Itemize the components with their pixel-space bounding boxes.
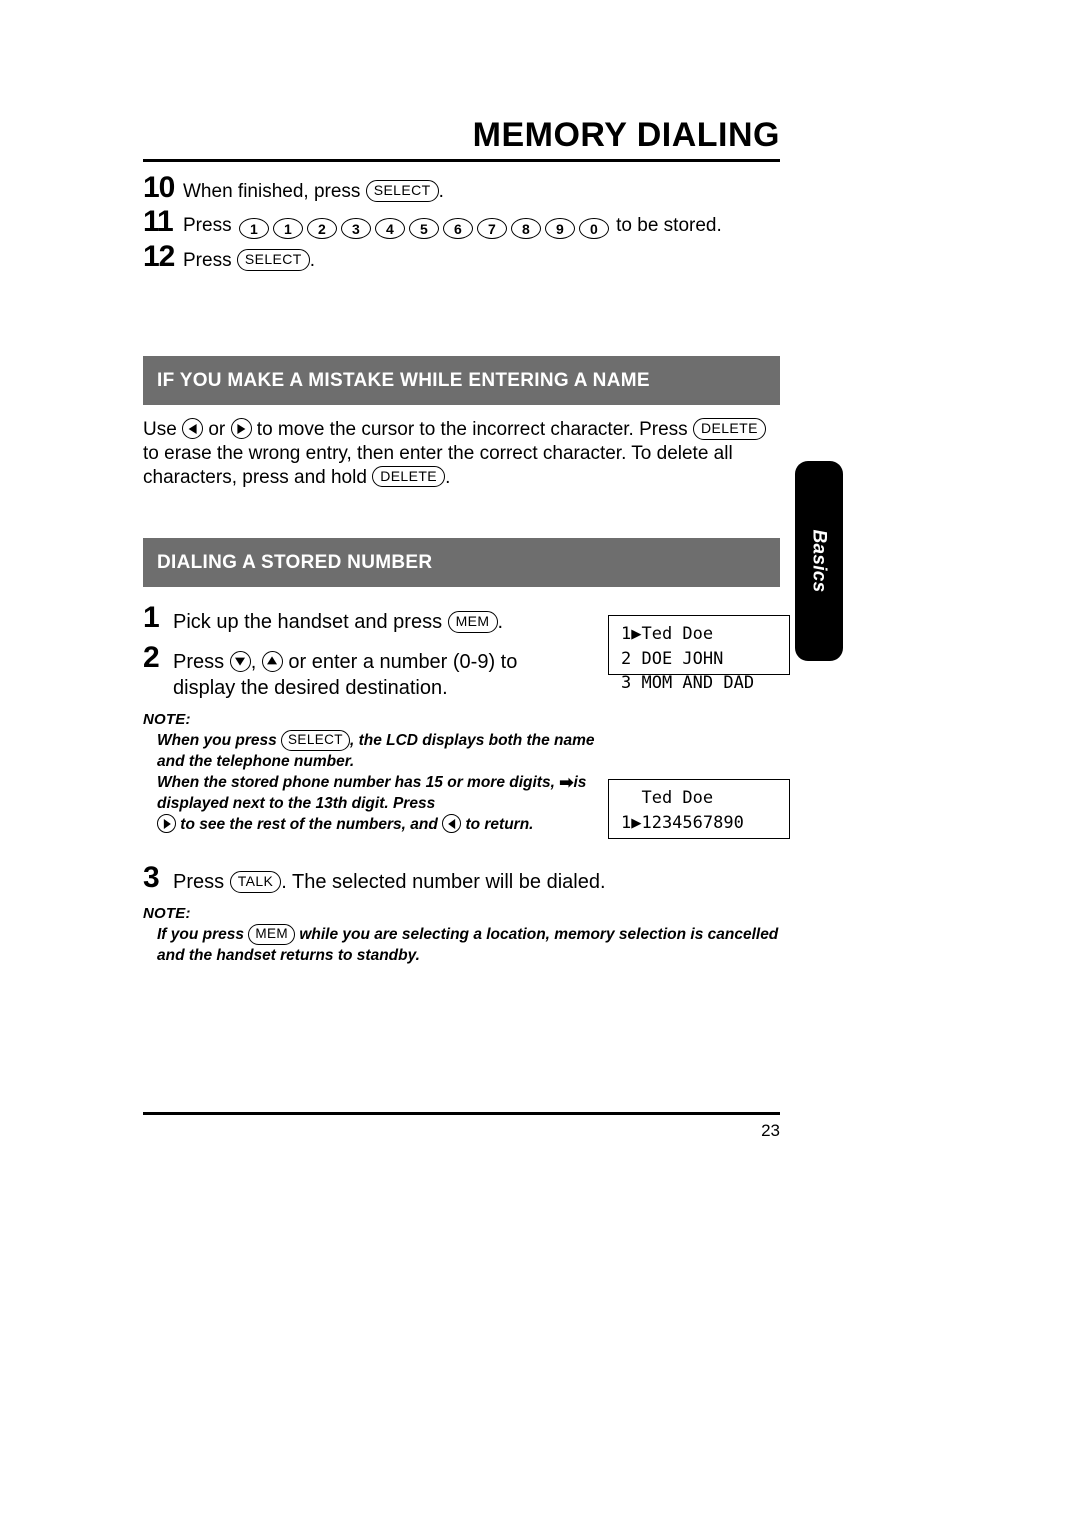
digit-key-4[interactable]: 4 bbox=[374, 218, 405, 240]
note1-line2a: When the stored phone number has 15 or m… bbox=[157, 774, 560, 792]
step-11: 11 Press 11234567890 to be stored. bbox=[143, 205, 783, 240]
note1-line2c: to see the rest of the numbers, and bbox=[176, 816, 443, 834]
select-key[interactable]: SELECT bbox=[365, 180, 439, 202]
step-11-pre-text: Press bbox=[183, 215, 237, 237]
page-header: MEMORY DIALING bbox=[143, 118, 780, 162]
note-block-2: NOTE: If you press MEM while you are sel… bbox=[143, 905, 783, 966]
down-arrow-icon[interactable] bbox=[229, 650, 251, 672]
lcd-line-3: 3 MOM AND DAD bbox=[621, 673, 755, 694]
mistake-text-3: to move the cursor to the incorrect char… bbox=[251, 419, 693, 440]
step-1-pre-text: Pick up the handset and press bbox=[173, 611, 448, 633]
mistake-paragraph: Use or to move the cursor to the incorre… bbox=[143, 418, 785, 489]
mem-key[interactable]: MEM bbox=[447, 611, 498, 633]
step-1: 1 Pick up the handset and press MEM. bbox=[143, 602, 583, 636]
step-11-post-text: to be stored. bbox=[610, 215, 722, 237]
step-10-post-text: . bbox=[438, 181, 444, 202]
lcd-display-number: Ted Doe 1▶1234567890 bbox=[608, 779, 790, 839]
side-tab-label: Basics bbox=[809, 529, 831, 593]
lcd-line-1: 1▶Ted Doe bbox=[621, 624, 714, 644]
digit-key-5[interactable]: 5 bbox=[408, 218, 439, 240]
step-12-pre-text: Press bbox=[183, 250, 237, 272]
step-3-pre-text: Press bbox=[173, 871, 230, 893]
step-text: Press , or enter a number (0-9) to displ… bbox=[173, 642, 583, 702]
title-divider bbox=[143, 159, 780, 162]
step-3: 3 Press TALK. The selected number will b… bbox=[143, 862, 783, 896]
numbered-step-3-wrapper: 3 Press TALK. The selected number will b… bbox=[143, 862, 783, 898]
left-arrow-icon[interactable] bbox=[442, 814, 462, 834]
note-heading: NOTE: bbox=[143, 905, 191, 922]
step-text: When finished, press SELECT. bbox=[183, 172, 783, 204]
digit-key-6[interactable]: 6 bbox=[442, 218, 473, 240]
lcd-display-memory-list: 1▶Ted Doe 2 DOE JOHN 3 MOM AND DAD bbox=[608, 615, 790, 693]
mistake-text-5: . bbox=[445, 466, 451, 488]
step-text: Press SELECT. bbox=[183, 241, 783, 273]
up-arrow-icon[interactable] bbox=[261, 650, 283, 672]
mem-key[interactable]: MEM bbox=[248, 924, 296, 946]
side-tab-basics[interactable]: Basics bbox=[795, 461, 843, 661]
digit-key-2[interactable]: 2 bbox=[306, 218, 337, 240]
numbered-steps-top: 10 When finished, press SELECT. 11 Press… bbox=[143, 172, 783, 276]
step-3-post-text: . The selected number will be dialed. bbox=[281, 871, 606, 893]
select-key[interactable]: SELECT bbox=[281, 730, 350, 752]
lcd-number-line-2: 1▶1234567890 bbox=[621, 812, 744, 833]
step-12: 12 Press SELECT. bbox=[143, 241, 783, 273]
step-12-post-text: . bbox=[309, 250, 316, 272]
step-number: 3 bbox=[143, 861, 160, 894]
lcd-number-line-1: Ted Doe bbox=[621, 788, 714, 808]
step-number: 11 bbox=[143, 205, 174, 239]
note-block-1: NOTE: When you press SELECT, the LCD dis… bbox=[143, 711, 613, 836]
note2-line-a: If you press bbox=[157, 926, 249, 943]
lcd-line-2: 2 DOE JOHN bbox=[621, 648, 724, 669]
section-heading-mistake: IF YOU MAKE A MISTAKE WHILE ENTERING A N… bbox=[143, 356, 780, 405]
digit-key-8[interactable]: 8 bbox=[510, 218, 541, 240]
page-number: 23 bbox=[761, 1121, 780, 1140]
left-arrow-icon[interactable] bbox=[182, 418, 204, 439]
step-number: 12 bbox=[143, 240, 175, 274]
manual-page: MEMORY DIALING 10 When finished, press S… bbox=[0, 0, 1080, 1528]
numbered-steps-dialing: 1 Pick up the handset and press MEM. 2 P… bbox=[143, 602, 583, 704]
right-arrow-glyph-icon: ➡ bbox=[559, 773, 574, 793]
note-text: When you press SELECT, the LCD displays … bbox=[143, 730, 613, 836]
right-arrow-icon[interactable] bbox=[157, 814, 176, 834]
step-text: Pick up the handset and press MEM. bbox=[173, 602, 583, 636]
mistake-text-2: or bbox=[203, 419, 231, 440]
step-2: 2 Press , or enter a number (0-9) to dis… bbox=[143, 642, 583, 702]
page-title: MEMORY DIALING bbox=[472, 116, 780, 154]
digit-key-3[interactable]: 3 bbox=[340, 218, 371, 240]
step-number: 10 bbox=[143, 171, 175, 204]
delete-key[interactable]: DELETE bbox=[692, 418, 766, 440]
section-heading-dialing: DIALING A STORED NUMBER bbox=[143, 538, 780, 587]
step-text: Press TALK. The selected number will be … bbox=[173, 862, 783, 896]
note1-line1a: When you press bbox=[157, 732, 282, 749]
right-arrow-icon[interactable] bbox=[230, 418, 252, 439]
note1-line2d: to return. bbox=[461, 816, 534, 834]
step-number: 1 bbox=[143, 601, 160, 634]
talk-key[interactable]: TALK bbox=[229, 871, 282, 893]
delete-key[interactable]: DELETE bbox=[372, 465, 446, 488]
note-text: If you press MEM while you are selecting… bbox=[143, 924, 783, 966]
mistake-text-1: Use bbox=[143, 419, 183, 440]
note-heading: NOTE: bbox=[143, 711, 191, 728]
digit-key-7[interactable]: 7 bbox=[476, 218, 507, 240]
step-10-pre-text: When finished, press bbox=[183, 181, 366, 202]
step-10: 10 When finished, press SELECT. bbox=[143, 172, 783, 204]
digit-key-1b[interactable]: 1 bbox=[272, 218, 303, 240]
step-number: 2 bbox=[143, 640, 160, 674]
digit-key-1a[interactable]: 1 bbox=[238, 218, 269, 240]
step-2-pre-text: Press bbox=[173, 650, 230, 673]
step-2-mid-text: , bbox=[250, 650, 262, 673]
step-1-post-text: . bbox=[497, 611, 504, 633]
digit-key-0[interactable]: 0 bbox=[578, 218, 609, 240]
step-text: Press 11234567890 to be stored. bbox=[183, 206, 783, 240]
digit-key-9[interactable]: 9 bbox=[544, 218, 575, 240]
footer-divider bbox=[143, 1112, 780, 1115]
select-key[interactable]: SELECT bbox=[236, 249, 310, 272]
